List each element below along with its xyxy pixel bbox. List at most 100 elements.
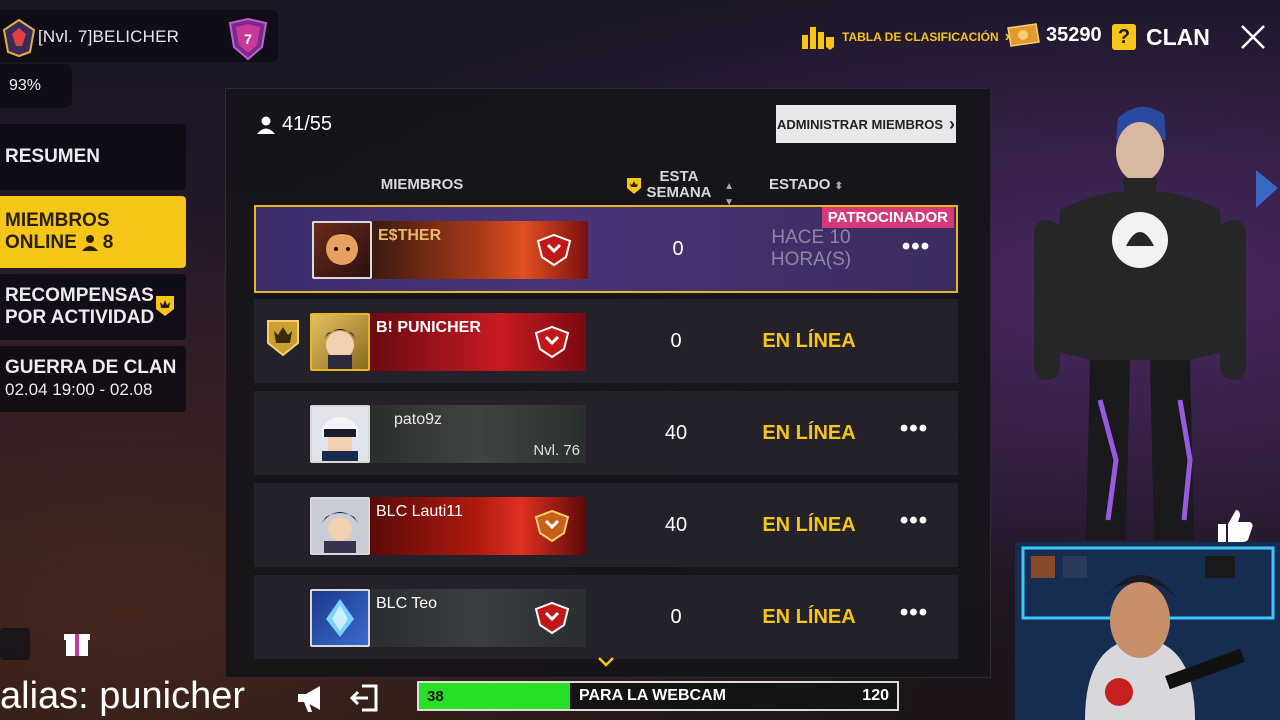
clan-emblem-icon — [534, 509, 570, 543]
avatar[interactable] — [310, 589, 370, 647]
crown-shield-icon — [156, 296, 174, 316]
member-count-value: 41/55 — [282, 113, 333, 135]
week-points: 0 — [670, 606, 682, 628]
avatar[interactable] — [310, 497, 370, 555]
member-count: 41/55 — [256, 113, 332, 136]
table-row[interactable]: B! PUNICHER 0 EN LÍNEA — [254, 299, 958, 383]
member-name: pato9z — [394, 411, 443, 428]
help-button[interactable]: ? — [1112, 24, 1136, 50]
member-name: B! PUNICHER — [376, 319, 481, 336]
column-members[interactable]: MIEMBROS — [376, 177, 468, 193]
more-options-icon[interactable]: ••• — [894, 417, 934, 443]
player-emblem-icon — [2, 18, 36, 58]
more-options-icon[interactable]: ••• — [896, 235, 936, 261]
member-status: EN LÍNEA — [762, 514, 856, 536]
member-status-line2: HORA(S) — [770, 249, 852, 270]
member-name: BLC Lauti11 — [376, 503, 463, 520]
chevron-right-icon: › — [949, 113, 956, 134]
coin-balance[interactable]: 35290 — [1006, 22, 1102, 48]
week-points: 40 — [664, 422, 688, 444]
player-name: [Nvl. 7]BELICHER — [38, 27, 180, 46]
close-icon[interactable] — [1238, 22, 1268, 52]
manage-members-button[interactable]: ADMINISTRAR MIEMBROS › — [776, 105, 956, 143]
member-status: EN LÍNEA — [762, 330, 856, 352]
online-count: 8 — [102, 232, 114, 253]
person-icon — [257, 116, 275, 134]
arrow-right-icon[interactable] — [1254, 166, 1280, 212]
goal-current: 38 — [427, 688, 444, 705]
avatar[interactable] — [312, 221, 372, 279]
nameplate: BLC Teo — [370, 589, 586, 647]
member-status: EN LÍNEA — [762, 606, 856, 628]
column-status[interactable]: ESTADO ⬍ — [766, 177, 846, 195]
week-points: 40 — [664, 514, 688, 536]
megaphone-icon[interactable] — [294, 682, 328, 714]
gift-icon[interactable] — [62, 626, 92, 660]
ranking-label: TABLA DE CLASIFICACIÓN — [842, 30, 999, 44]
avatar-image — [324, 329, 356, 369]
avatar[interactable] — [310, 405, 370, 463]
webcam-feed — [1015, 542, 1280, 720]
members-panel: 41/55 ADMINISTRAR MIEMBROS › MIEMBROS ES… — [225, 88, 991, 678]
badge-icon[interactable] — [0, 628, 30, 660]
character-model — [1034, 106, 1246, 540]
ranking-icon — [802, 27, 834, 50]
nameplate: E$THER — [372, 221, 588, 279]
sidebar-item-guerra-de-clan[interactable]: GUERRA DE CLAN 02.04 19:00 - 02.08 — [0, 346, 186, 412]
avatar[interactable] — [310, 313, 370, 371]
nameplate: BLC Lauti11 — [370, 497, 586, 555]
sidebar-item-recompensas[interactable]: RECOMPENSAS POR ACTIVIDAD — [0, 274, 186, 340]
rank-level: 7 — [244, 31, 252, 47]
sidebar-item-label: MIEMBROS — [5, 210, 110, 231]
avatar-image — [322, 417, 358, 461]
clan-emblem-icon — [536, 233, 572, 267]
table-row[interactable]: E$THER 0 HACE 10 HORA(S) ••• PATROCINADO… — [254, 205, 958, 293]
ranking-link[interactable]: TABLA DE CLASIFICACIÓN » — [800, 22, 1014, 52]
avatar-image — [326, 599, 354, 637]
rank-badge-icon[interactable]: 7 — [224, 17, 272, 61]
avatar-image — [320, 512, 360, 553]
thumbs-up-icon[interactable] — [1212, 506, 1256, 546]
member-level: Nvl. 76 — [533, 442, 580, 459]
goal-target: 120 — [862, 687, 889, 704]
webcam-image — [1015, 542, 1280, 720]
member-status-line1: HACE 10 — [771, 227, 851, 248]
week-points: 0 — [670, 330, 682, 352]
column-status-label: ESTADO — [769, 176, 831, 193]
sort-icon: ⬍ — [834, 181, 843, 192]
coin-ticket-icon — [1007, 23, 1040, 47]
more-options-icon[interactable]: ••• — [894, 509, 934, 535]
sidebar-item-label2: 02.04 19:00 - 02.08 — [5, 380, 153, 399]
table-row[interactable]: pato9z Nvl. 76 40 EN LÍNEA ••• — [254, 391, 958, 475]
exit-icon[interactable] — [348, 682, 380, 714]
goal-label: PARA LA WEBCAM — [579, 687, 726, 704]
column-this-week[interactable]: ESTA SEMANA ▲ ▼ — [624, 169, 734, 208]
sidebar-item-miembros-online[interactable]: MIEMBROS ONLINE 8 — [0, 196, 186, 268]
sponsor-badge: PATROCINADOR — [821, 207, 954, 228]
chevron-down-icon[interactable] — [596, 655, 616, 669]
sidebar-item-label: GUERRA DE CLAN — [5, 357, 177, 378]
table-row[interactable]: BLC Teo 0 EN LÍNEA ••• — [254, 575, 958, 659]
member-status: EN LÍNEA — [762, 422, 856, 444]
member-name: BLC Teo — [376, 595, 438, 612]
clan-emblem-icon — [534, 325, 570, 359]
webcam-goal-bar: 38 PARA LA WEBCAM 120 — [417, 681, 899, 711]
nameplate: pato9z Nvl. 76 — [370, 405, 586, 463]
top-bar: [Nvl. 7]BELICHER 7 93% TABLA DE CLASIFIC… — [0, 0, 1280, 108]
sidebar-item-label: RESUMEN — [5, 146, 101, 167]
battery-indicator: 93% — [0, 64, 72, 108]
more-options-icon[interactable]: ••• — [894, 601, 934, 627]
leader-badge-icon — [267, 320, 299, 357]
stream-alias: alias: punicher — [0, 675, 246, 717]
nameplate: B! PUNICHER — [370, 313, 586, 371]
person-icon — [81, 235, 98, 251]
clan-emblem-icon — [534, 601, 570, 635]
sidebar-item-resumen[interactable]: RESUMEN — [0, 124, 186, 190]
clan-title: CLAN — [1146, 24, 1210, 50]
sidebar-item-label2: ONLINE — [5, 232, 77, 253]
avatar-image — [324, 233, 360, 265]
table-row[interactable]: BLC Lauti11 40 EN LÍNEA ••• — [254, 483, 958, 567]
crown-shield-icon — [627, 178, 641, 194]
coin-count: 35290 — [1046, 23, 1102, 46]
week-points: 0 — [672, 238, 684, 260]
